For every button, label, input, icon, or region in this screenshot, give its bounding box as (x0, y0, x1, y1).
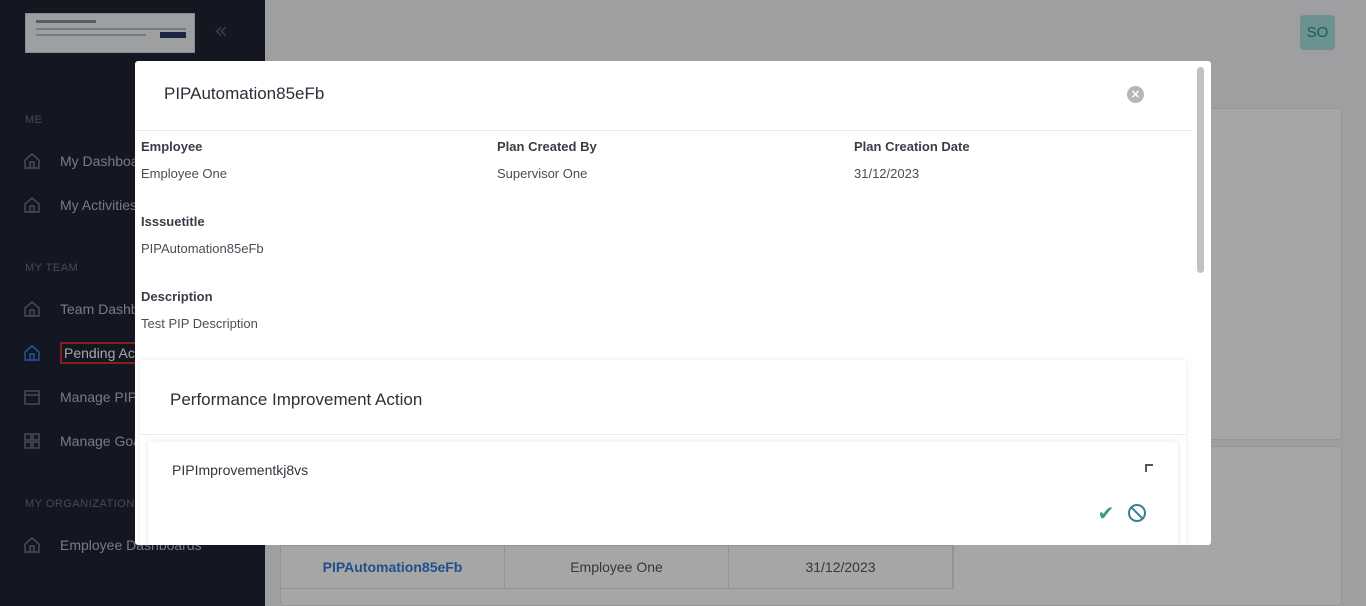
field-value: Test PIP Description (141, 316, 258, 331)
field-value: Employee One (141, 166, 227, 181)
employee-field: Employee Employee One (141, 139, 227, 181)
plan-created-by-field: Plan Created By Supervisor One (497, 139, 597, 181)
approve-check-icon[interactable]: ✔ (1094, 502, 1118, 524)
modal-title: PIPAutomation85eFb (164, 84, 325, 103)
section-title: Performance Improvement Action (170, 390, 423, 409)
divider (140, 434, 1186, 435)
field-label: Isssuetitle (141, 214, 205, 229)
expand-corner-icon[interactable] (1145, 464, 1153, 472)
reject-ban-icon[interactable] (1128, 504, 1146, 522)
modal-header: PIPAutomation85eFb × (135, 61, 1192, 131)
pip-details-modal: PIPAutomation85eFb × Employee Employee O… (135, 61, 1211, 545)
field-label: Plan Created By (497, 139, 597, 154)
field-value: PIPAutomation85eFb (141, 241, 264, 256)
improvement-item: PIPImprovementkj8vs ✔ (148, 442, 1178, 545)
field-value: 31/12/2023 (854, 166, 920, 181)
issue-title-field: Isssuetitle PIPAutomation85eFb (141, 214, 264, 256)
field-value: Supervisor One (497, 166, 588, 181)
performance-improvement-action-card: Performance Improvement Action PIPImprov… (140, 360, 1186, 545)
close-icon[interactable]: × (1127, 86, 1144, 103)
field-label: Description (141, 289, 213, 304)
field-label: Employee (141, 139, 203, 154)
plan-creation-date-field: Plan Creation Date 31/12/2023 (854, 139, 970, 181)
field-label: Plan Creation Date (854, 139, 970, 154)
modal-scrollbar[interactable] (1197, 67, 1204, 273)
description-field: Description Test PIP Description (141, 289, 258, 331)
improvement-item-title: PIPImprovementkj8vs (172, 462, 309, 478)
